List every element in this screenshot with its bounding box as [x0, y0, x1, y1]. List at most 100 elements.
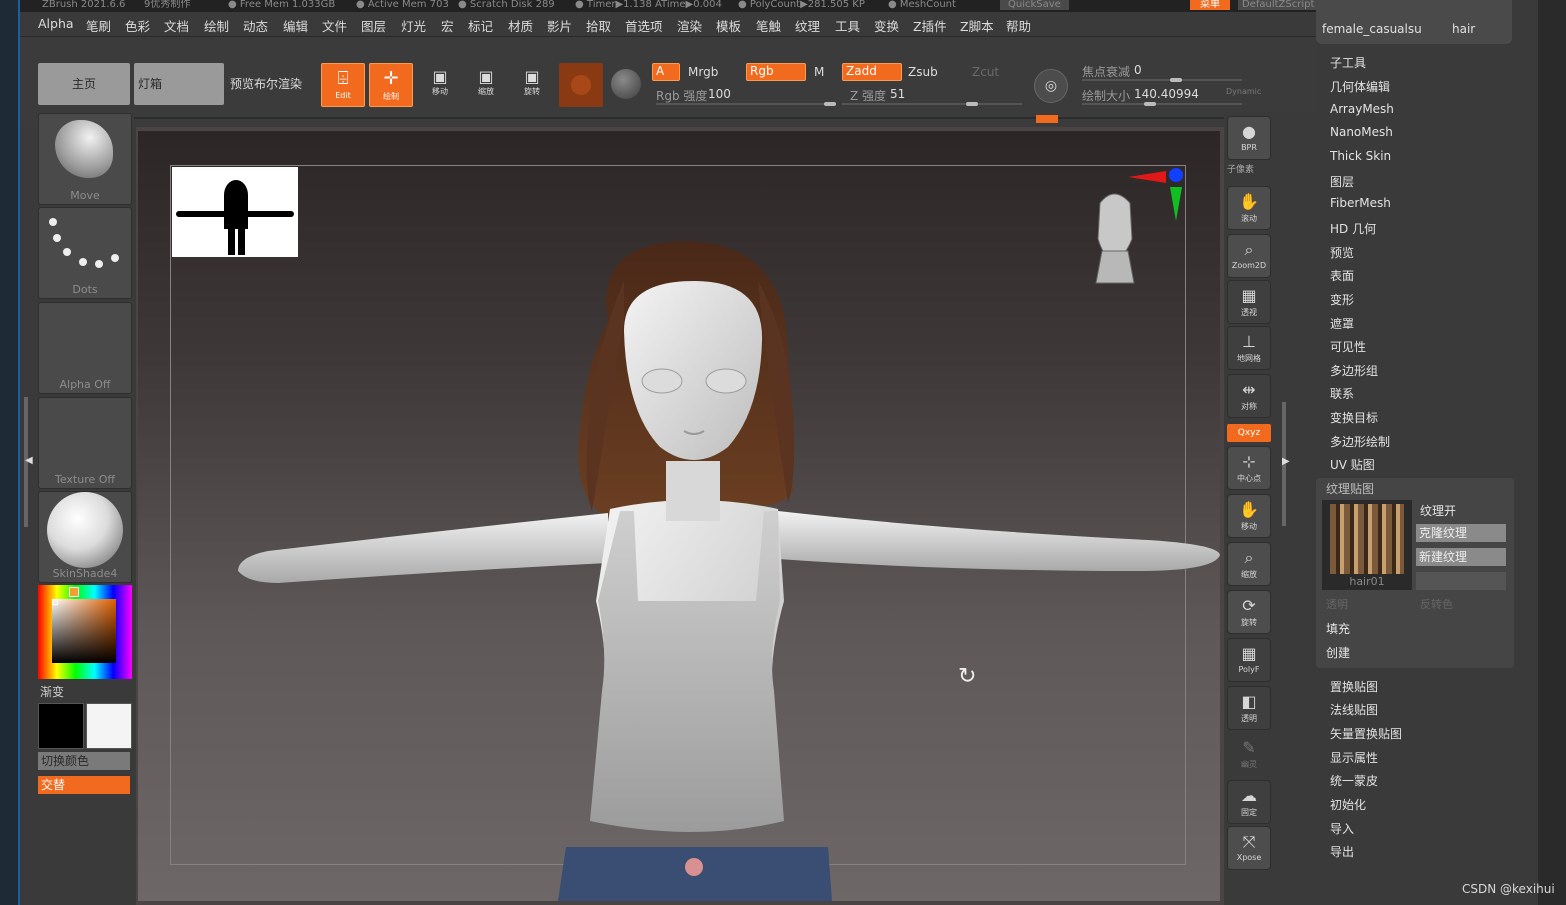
draw-button[interactable]: ✛ 绘制 [369, 63, 413, 107]
switch-color-button[interactable]: 切换颜色 [38, 752, 130, 770]
color-swatch-button[interactable] [559, 63, 603, 107]
normal-map-menu[interactable]: 法线贴图 [1330, 701, 1378, 718]
perspective-button[interactable]: ▦ 透视 [1227, 280, 1271, 324]
focal-shift-slider[interactable] [1082, 78, 1242, 82]
rotate-mode-button[interactable]: ▣ 旋转 [512, 67, 552, 97]
gradient-toggle[interactable]: 渐变 [40, 683, 64, 700]
m-toggle[interactable]: M [814, 65, 824, 79]
scroll-button[interactable]: ✋ 滚动 [1227, 186, 1271, 230]
surface-menu[interactable]: 表面 [1330, 267, 1354, 284]
menu-color[interactable]: 色彩 [125, 16, 150, 35]
dynamic-toggle[interactable]: Dynamic [1226, 87, 1261, 96]
import-menu[interactable]: 导入 [1330, 820, 1354, 837]
color-picker-square[interactable] [52, 599, 116, 663]
timeline-track[interactable] [134, 117, 1260, 119]
vector-displacement-menu[interactable]: 矢量置换贴图 [1330, 725, 1402, 742]
menu-preferences[interactable]: 首选项 [625, 16, 663, 35]
menu-layer[interactable]: 图层 [361, 16, 386, 35]
polypaint-menu[interactable]: 多边形绘制 [1330, 433, 1390, 450]
saturation-marker[interactable] [52, 599, 58, 605]
invert-toggle[interactable]: 反转色 [1420, 596, 1453, 612]
menu-texture[interactable]: 纹理 [795, 16, 820, 35]
alpha-selector[interactable]: Alpha Off [38, 302, 132, 394]
mrgb-toggle[interactable]: Mrgb [688, 65, 718, 79]
masking-menu[interactable]: 遮罩 [1330, 315, 1354, 332]
local-xyz-button[interactable]: Qxyz [1227, 424, 1271, 442]
new-texture-button[interactable]: 新建纹理 [1416, 548, 1506, 566]
nanomesh-menu[interactable]: NanoMesh [1330, 125, 1393, 139]
menu-transform[interactable]: 变换 [874, 16, 899, 35]
document-viewport[interactable]: ↻ [138, 131, 1220, 901]
export-menu[interactable]: 导出 [1330, 843, 1354, 860]
menu-movie[interactable]: 影片 [547, 16, 572, 35]
menu-macro[interactable]: 宏 [441, 16, 454, 35]
zoom-view-button[interactable]: ⌕ 缩放 [1227, 542, 1271, 586]
alternate-button[interactable]: 交替 [38, 776, 130, 794]
menu-picker[interactable]: 拾取 [586, 16, 611, 35]
home-button[interactable]: 主页 [38, 63, 130, 105]
initialize-menu[interactable]: 初始化 [1330, 796, 1366, 813]
bpr-render-button[interactable]: 预览布尔渲染 [230, 75, 302, 92]
texture-thumbnail[interactable]: hair01 [1322, 500, 1412, 590]
menu-marker[interactable]: 标记 [468, 16, 493, 35]
menu-draw[interactable]: 绘制 [204, 16, 229, 35]
rgb-toggle[interactable]: Rgb [746, 63, 806, 81]
texture-map-title[interactable]: 纹理贴图 [1326, 480, 1374, 497]
center-point-button[interactable]: ⊹ 中心点 [1227, 446, 1271, 490]
tool-hair[interactable]: hair [1452, 22, 1475, 36]
main-color-swatch[interactable] [38, 703, 84, 749]
zsub-toggle[interactable]: Zsub [908, 65, 938, 79]
clone-texture-button[interactable]: 克隆纹理 [1416, 524, 1506, 542]
ghost-button[interactable]: ✎ 幽灵 [1227, 732, 1271, 776]
transparent-toggle[interactable]: 透明 [1326, 596, 1348, 612]
layers-menu[interactable]: 图层 [1330, 173, 1354, 190]
material-sphere-icon[interactable] [611, 69, 641, 99]
uv-map-menu[interactable]: UV 贴图 [1330, 456, 1375, 473]
texture-slot[interactable] [1416, 572, 1506, 590]
draw-size-slider[interactable] [1082, 102, 1242, 106]
hd-geometry-menu[interactable]: HD 几何 [1330, 220, 1376, 237]
deformation-menu[interactable]: 变形 [1330, 291, 1354, 308]
edit-button[interactable]: ⌹ Edit [321, 63, 365, 107]
hue-marker[interactable] [69, 587, 79, 597]
geometry-menu[interactable]: 几何体编辑 [1330, 78, 1390, 95]
menu-help[interactable]: 帮助 [1006, 16, 1031, 35]
timeline-marker[interactable] [1036, 115, 1058, 123]
unified-skin-menu[interactable]: 统一蒙皮 [1330, 772, 1378, 789]
collapse-left-icon[interactable]: ◀ [25, 455, 33, 466]
rgb-intensity-slider[interactable] [656, 102, 836, 106]
subtool-menu[interactable]: 子工具 [1330, 54, 1366, 71]
menu-file[interactable]: 文件 [322, 16, 347, 35]
lazy-mouse-icon[interactable]: ◎ [1034, 69, 1068, 103]
default-zscript-button[interactable]: DefaultZScript [1238, 0, 1316, 10]
texture-on-toggle[interactable]: 纹理开 [1420, 502, 1456, 519]
xpose-button[interactable]: ⤧ Xpose [1227, 826, 1271, 870]
tool-female-casual[interactable]: female_casualsu [1322, 22, 1422, 36]
color-picker[interactable] [38, 585, 132, 679]
floor-grid-button[interactable]: ⊥ 地网格 [1227, 326, 1271, 370]
menu-document[interactable]: 文档 [164, 16, 189, 35]
symmetry-button[interactable]: ⇹ 对称 [1227, 374, 1271, 418]
menu-material[interactable]: 材质 [508, 16, 533, 35]
lightbox-button[interactable]: 灯箱 [134, 63, 224, 105]
fibermesh-menu[interactable]: FiberMesh [1330, 196, 1391, 210]
preview-menu[interactable]: 预览 [1330, 244, 1354, 261]
polyframe-button[interactable]: ▦ PolyF [1227, 638, 1271, 682]
menu-render[interactable]: 渲染 [677, 16, 702, 35]
menu-zplugin[interactable]: Z插件 [913, 16, 947, 35]
menu-button[interactable]: 菜单 [1190, 0, 1230, 10]
zcut-toggle[interactable]: Zcut [972, 65, 999, 79]
texture-selector[interactable]: Texture Off [38, 397, 132, 489]
visibility-menu[interactable]: 可见性 [1330, 338, 1366, 355]
quicksave-button[interactable]: QuickSave [1000, 0, 1069, 10]
displacement-map-menu[interactable]: 置换贴图 [1330, 678, 1378, 695]
secondary-color-swatch[interactable] [86, 703, 132, 749]
stroke-selector[interactable]: Dots [38, 207, 132, 299]
menu-tool[interactable]: 工具 [835, 16, 860, 35]
thickskin-menu[interactable]: Thick Skin [1330, 149, 1391, 163]
polygroups-menu[interactable]: 多边形组 [1330, 362, 1378, 379]
menu-brush[interactable]: 笔刷 [86, 16, 111, 35]
display-properties-menu[interactable]: 显示属性 [1330, 749, 1378, 766]
rotate-view-button[interactable]: ⟳ 旋转 [1227, 590, 1271, 634]
solo-button[interactable]: ☁ 固定 [1227, 780, 1271, 824]
